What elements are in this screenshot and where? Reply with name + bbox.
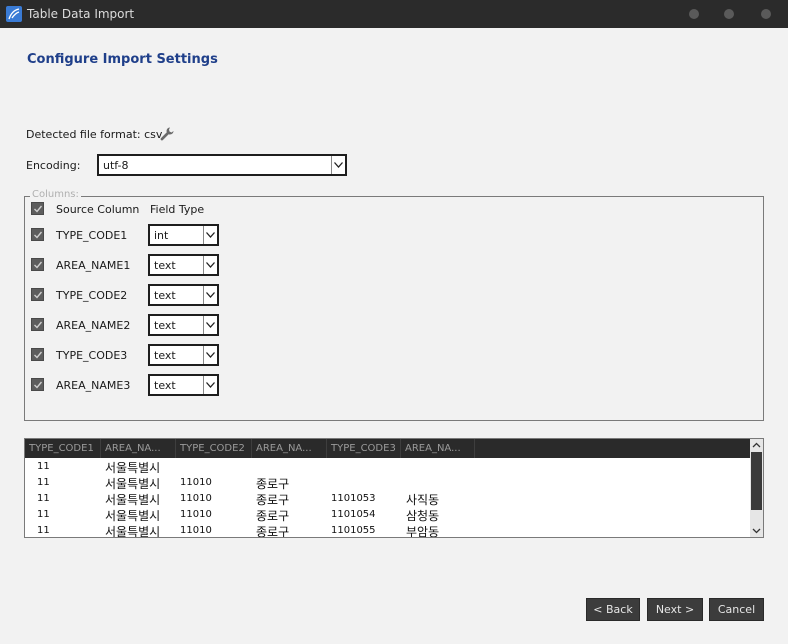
field-type-select[interactable]: text xyxy=(148,284,219,306)
cancel-button[interactable]: Cancel xyxy=(709,598,764,621)
grid-cell: 11 xyxy=(37,525,50,536)
column-checkbox[interactable] xyxy=(31,348,44,361)
column-checkbox[interactable] xyxy=(31,318,44,331)
chevron-down-icon[interactable] xyxy=(203,256,217,274)
grid-cell: 종로구 xyxy=(256,509,290,523)
field-type-select[interactable]: text xyxy=(148,314,219,336)
field-type-value: text xyxy=(154,319,176,332)
chevron-down-icon[interactable] xyxy=(203,226,217,244)
field-type-value: text xyxy=(154,349,176,362)
grid-header: TYPE_CODE1 AREA_NA... TYPE_CODE2 AREA_NA… xyxy=(25,439,751,458)
minimize-button[interactable] xyxy=(689,9,699,19)
chevron-down-icon[interactable] xyxy=(203,376,217,394)
field-type-value: text xyxy=(154,259,176,272)
chevron-down-icon[interactable] xyxy=(331,156,345,174)
grid-column-header[interactable]: TYPE_CODE1 xyxy=(25,439,101,458)
field-type-select[interactable]: text xyxy=(148,374,219,396)
app-icon xyxy=(6,6,22,22)
column-checkbox[interactable] xyxy=(31,378,44,391)
source-column-name: TYPE_CODE3 xyxy=(56,349,128,362)
grid-cell: 서울특별시 xyxy=(105,493,161,507)
chevron-down-icon[interactable] xyxy=(203,286,217,304)
grid-cell: 서울특별시 xyxy=(105,477,161,491)
scroll-up-icon[interactable] xyxy=(751,440,762,451)
source-column-name: TYPE_CODE1 xyxy=(56,229,128,242)
columns-group xyxy=(24,196,764,421)
column-checkbox[interactable] xyxy=(31,228,44,241)
encoding-label: Encoding: xyxy=(26,159,81,172)
grid-cell: 부암동 xyxy=(406,525,440,538)
field-type-value: int xyxy=(154,229,169,242)
source-column-name: TYPE_CODE2 xyxy=(56,289,128,302)
chevron-down-icon[interactable] xyxy=(203,316,217,334)
column-checkbox[interactable] xyxy=(31,258,44,271)
scrollbar-thumb[interactable] xyxy=(751,452,762,510)
source-column-name: AREA_NAME2 xyxy=(56,319,131,332)
grid-cell: 11010 xyxy=(180,477,212,488)
close-button[interactable] xyxy=(761,9,771,19)
chevron-down-icon[interactable] xyxy=(203,346,217,364)
grid-cell: 1101055 xyxy=(331,525,376,536)
column-checkbox[interactable] xyxy=(31,288,44,301)
back-button[interactable]: < Back xyxy=(586,598,640,621)
field-type-select[interactable]: text xyxy=(148,344,219,366)
grid-cell: 서울특별시 xyxy=(105,461,161,475)
grid-cell: 11010 xyxy=(180,509,212,520)
select-all-checkbox[interactable] xyxy=(31,202,44,215)
detected-format-label: Detected file format: csv xyxy=(26,128,163,141)
source-column-header: Source Column xyxy=(56,203,140,216)
grid-cell: 종로구 xyxy=(256,525,290,538)
grid-column-header[interactable]: AREA_NA... xyxy=(101,439,176,458)
grid-cell: 11 xyxy=(37,493,50,504)
field-type-header: Field Type xyxy=(150,203,205,216)
field-type-value: text xyxy=(154,379,176,392)
grid-cell: 11 xyxy=(37,477,50,488)
grid-cell: 서울특별시 xyxy=(105,509,161,523)
grid-column-header[interactable]: TYPE_CODE2 xyxy=(176,439,252,458)
source-column-name: AREA_NAME3 xyxy=(56,379,131,392)
field-type-select[interactable]: text xyxy=(148,254,219,276)
window-title: Table Data Import xyxy=(27,7,135,21)
grid-cell: 서울특별시 xyxy=(105,525,161,538)
grid-cell: 11010 xyxy=(180,493,212,504)
maximize-button[interactable] xyxy=(724,9,734,19)
grid-cell: 11010 xyxy=(180,525,212,536)
grid-cell: 11 xyxy=(37,461,50,472)
field-type-value: text xyxy=(154,289,176,302)
grid-cell: 삼청동 xyxy=(406,509,440,523)
columns-legend: Columns: xyxy=(30,189,81,200)
grid-column-header[interactable]: AREA_NA... xyxy=(401,439,475,458)
page-title: Configure Import Settings xyxy=(27,52,218,67)
encoding-value: utf-8 xyxy=(103,159,129,172)
grid-cell: 1101054 xyxy=(331,509,376,520)
title-bar: Table Data Import xyxy=(0,0,788,28)
encoding-select[interactable]: utf-8 xyxy=(97,154,347,176)
grid-cell: 11 xyxy=(37,509,50,520)
scroll-down-icon[interactable] xyxy=(751,525,762,536)
source-column-name: AREA_NAME1 xyxy=(56,259,131,272)
preview-grid[interactable]: TYPE_CODE1 AREA_NA... TYPE_CODE2 AREA_NA… xyxy=(24,438,764,538)
grid-cell: 사직동 xyxy=(406,493,440,507)
grid-column-header[interactable]: AREA_NA... xyxy=(252,439,327,458)
vertical-scrollbar[interactable] xyxy=(750,439,763,537)
next-button[interactable]: Next > xyxy=(647,598,703,621)
field-type-select[interactable]: int xyxy=(148,224,219,246)
grid-column-header[interactable]: TYPE_CODE3 xyxy=(327,439,401,458)
grid-cell: 종로구 xyxy=(256,493,290,507)
grid-cell: 1101053 xyxy=(331,493,376,504)
grid-cell: 종로구 xyxy=(256,477,290,491)
wrench-icon[interactable] xyxy=(159,126,175,142)
